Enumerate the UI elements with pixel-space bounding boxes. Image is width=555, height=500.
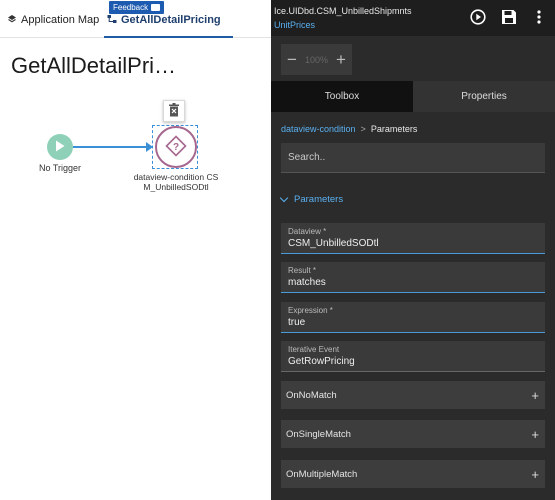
feedback-button[interactable]: Feedback xyxy=(109,1,165,14)
field-value: CSM_UnbilledSODtl xyxy=(288,238,379,249)
trigger-node-label: No Trigger xyxy=(38,163,82,173)
field-label: Dataview * xyxy=(288,227,327,236)
delete-node-button[interactable] xyxy=(163,100,185,122)
zoom-control: − 100% + xyxy=(281,44,352,75)
plus-icon: + xyxy=(531,387,539,403)
field-value: matches xyxy=(288,277,326,288)
field-label: Expression * xyxy=(288,306,333,315)
tab-toolbox[interactable]: Toolbox xyxy=(271,81,413,112)
chat-icon xyxy=(151,4,161,11)
breadcrumb: dataview-condition > Parameters xyxy=(281,124,417,134)
dataview-field[interactable]: Dataview * CSM_UnbilledSODtl xyxy=(281,223,545,254)
panel-tabs: Toolbox Properties xyxy=(271,81,555,112)
expander-label: OnSingleMatch xyxy=(286,428,351,440)
field-value: true xyxy=(288,317,306,328)
plus-icon: + xyxy=(531,426,539,442)
field-label: Result * xyxy=(288,266,317,275)
save-button[interactable] xyxy=(499,8,519,28)
svg-text:?: ? xyxy=(173,142,179,153)
tab-properties[interactable]: Properties xyxy=(413,81,555,112)
onsinglematch-expander[interactable]: OnSingleMatch + xyxy=(281,420,545,448)
breadcrumb-current: Parameters xyxy=(370,124,418,134)
plus-icon: + xyxy=(531,466,539,482)
properties-pane: Ice.UIDbd.CSM_UnbilledShipmnts UnitPrice… xyxy=(271,0,555,500)
field-value: GetRowPricing xyxy=(288,356,355,367)
flow-icon xyxy=(107,14,117,27)
designer-tabbar: Application Map GetAllDetailPricing Feed… xyxy=(0,0,271,38)
more-options-button[interactable] xyxy=(529,8,549,28)
flow-canvas[interactable]: No Trigger ? dataview-condition CSM_Unbi… xyxy=(0,90,271,500)
properties-header: Ice.UIDbd.CSM_UnbilledShipmnts UnitPrice… xyxy=(271,0,555,36)
trigger-node[interactable] xyxy=(47,134,73,160)
play-circle-icon xyxy=(470,8,486,28)
search-input[interactable] xyxy=(281,143,545,173)
condition-node-label: dataview-condition CSM_UnbilledSODtl xyxy=(133,172,219,192)
breadcrumb-separator: > xyxy=(360,124,366,134)
expression-field[interactable]: Expression * true xyxy=(281,302,545,333)
parameters-section-header[interactable]: Parameters xyxy=(279,193,344,205)
feedback-label: Feedback xyxy=(113,3,149,12)
run-button[interactable] xyxy=(468,8,488,28)
field-label: Iterative Event xyxy=(288,345,340,354)
expander-label: OnNoMatch xyxy=(286,389,337,401)
tab-label: Application Map xyxy=(21,14,100,26)
condition-icon: ? xyxy=(165,134,187,160)
onnomatch-expander[interactable]: OnNoMatch + xyxy=(281,381,545,409)
play-icon xyxy=(55,140,65,155)
zoom-in-button[interactable]: + xyxy=(334,51,348,68)
zoom-out-button[interactable]: − xyxy=(285,51,299,68)
onmultiplematch-expander[interactable]: OnMultipleMatch + xyxy=(281,460,545,488)
layer-subtitle-link[interactable]: UnitPrices xyxy=(274,20,315,30)
result-field[interactable]: Result * matches xyxy=(281,262,545,293)
trash-icon xyxy=(168,102,180,120)
page-title: GetAllDetailPri… xyxy=(11,53,177,78)
designer-pane: Application Map GetAllDetailPricing Feed… xyxy=(0,0,271,500)
layer-title: Ice.UIDbd.CSM_UnbilledShipmnts xyxy=(274,6,412,16)
section-title: Parameters xyxy=(294,194,344,205)
tab-getalldetailpricing[interactable]: GetAllDetailPricing xyxy=(104,14,233,38)
iterative-event-field[interactable]: Iterative Event GetRowPricing xyxy=(281,341,545,372)
save-icon xyxy=(501,9,517,28)
tab-label: GetAllDetailPricing xyxy=(121,14,221,26)
breadcrumb-parent[interactable]: dataview-condition xyxy=(281,124,356,134)
condition-node[interactable]: ? xyxy=(155,126,197,168)
kebab-menu-icon xyxy=(537,9,541,27)
layers-icon xyxy=(7,14,17,27)
chevron-down-icon xyxy=(279,193,289,203)
tab-application-map[interactable]: Application Map xyxy=(7,14,99,38)
expander-label: OnMultipleMatch xyxy=(286,468,358,480)
zoom-level: 100% xyxy=(304,54,329,65)
flow-connector xyxy=(73,146,149,148)
